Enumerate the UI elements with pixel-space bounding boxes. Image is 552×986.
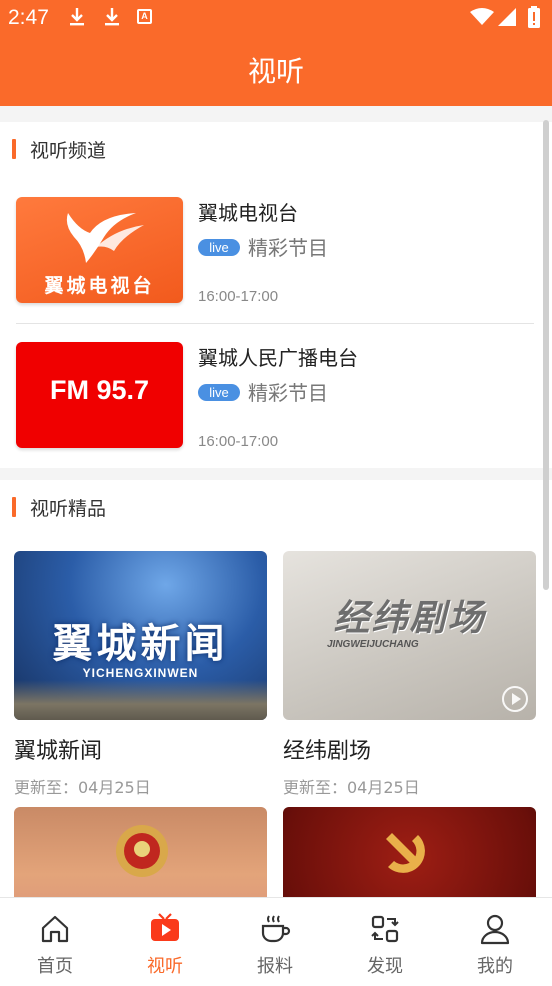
channels-section-label: 视听频道	[30, 139, 107, 162]
channel-time: 16:00-17:00	[198, 288, 279, 305]
bird-logo-icon	[66, 213, 144, 263]
a-icon: A	[137, 9, 152, 24]
program-card-news[interactable]: 翼城新闻 YICHENGXINWEN 翼城新闻 更新至：04月25日	[14, 551, 267, 801]
tv-channel-logo: 翼城电视台	[16, 197, 183, 303]
bottom-tab-bar: 首页 视听 报料 发现 我的	[0, 897, 552, 986]
live-badge: live	[198, 239, 240, 256]
channels-section-title: 视听频道	[12, 137, 107, 162]
live-badge: live	[198, 384, 240, 401]
signal-icon	[498, 8, 516, 26]
tab-label: 我的	[477, 956, 513, 977]
section-gap	[0, 468, 552, 480]
discover-icon	[371, 915, 399, 943]
download-icon	[70, 8, 84, 26]
home-icon	[41, 915, 69, 943]
channel-item-radio[interactable]: FM 95.7 翼城人民广播电台 live 精彩节目 16:00-17:00	[0, 342, 552, 452]
program-updated: 更新至：04月25日	[14, 778, 151, 797]
fm-channel-logo: FM 95.7	[16, 342, 183, 448]
tab-label: 发现	[367, 956, 403, 977]
tab-av[interactable]: 视听	[110, 898, 220, 986]
program-title: 经纬剧场	[283, 739, 372, 764]
download-icon	[105, 8, 119, 26]
program-thumbnail: 翼城新闻 YICHENGXINWEN	[14, 551, 267, 720]
channel-item-tv[interactable]: 翼城电视台 翼城电视台 live 精彩节目 16:00-17:00	[0, 197, 552, 307]
tab-label: 报料	[257, 956, 293, 977]
program-thumbnail: 经纬剧场 JINGWEIJUCHANG	[283, 551, 536, 720]
programs-section-title: 视听精品	[12, 495, 107, 520]
program-title: 翼城新闻	[14, 739, 103, 764]
channel-description: 精彩节目	[248, 236, 328, 260]
hammer-sickle-icon	[386, 833, 425, 873]
channel-name: 翼城电视台	[198, 201, 298, 225]
program-updated: 更新至：04月25日	[283, 778, 420, 797]
section-gap	[0, 106, 552, 122]
scrollbar[interactable]	[543, 120, 549, 590]
program-card[interactable]	[14, 807, 267, 976]
coffee-cup-icon	[261, 915, 291, 943]
tab-home[interactable]: 首页	[0, 898, 110, 986]
tab-report[interactable]: 报料	[220, 898, 330, 986]
play-icon[interactable]	[502, 686, 528, 712]
emblem-icon	[116, 825, 168, 877]
thumbnail-title: 经纬剧场	[333, 598, 486, 639]
section-accent-bar	[12, 497, 16, 517]
tab-mine[interactable]: 我的	[440, 898, 550, 986]
app-header: 2:47 A 视听	[0, 0, 552, 106]
channel-description: 精彩节目	[248, 381, 328, 405]
programs-section-label: 视听精品	[30, 497, 107, 520]
tab-label: 首页	[37, 956, 73, 977]
divider	[16, 323, 534, 324]
tv-icon	[151, 913, 179, 941]
channel-name: 翼城人民广播电台	[198, 346, 358, 370]
tab-label: 视听	[147, 956, 183, 977]
thumbnail-subtitle: JINGWEIJUCHANG	[327, 639, 419, 650]
thumbnail-title: 翼城新闻	[52, 621, 229, 667]
thumbnail-subtitle: YICHENGXINWEN	[82, 666, 199, 680]
tv-logo-text: 翼城电视台	[44, 275, 155, 297]
program-card-theater[interactable]: 经纬剧场 JINGWEIJUCHANG 经纬剧场 更新至：04月25日	[283, 551, 536, 801]
battery-icon	[528, 6, 540, 28]
section-accent-bar	[12, 139, 16, 159]
wifi-icon	[470, 8, 494, 25]
tab-discover[interactable]: 发现	[330, 898, 440, 986]
city-skyline	[14, 680, 267, 720]
channel-time: 16:00-17:00	[198, 433, 279, 450]
program-card[interactable]	[283, 807, 536, 976]
status-bar: 2:47 A	[0, 0, 552, 36]
page-title: 视听	[247, 55, 304, 88]
user-icon	[480, 914, 510, 945]
status-time: 2:47	[8, 6, 49, 29]
fm-logo-text: FM 95.7	[49, 375, 150, 405]
